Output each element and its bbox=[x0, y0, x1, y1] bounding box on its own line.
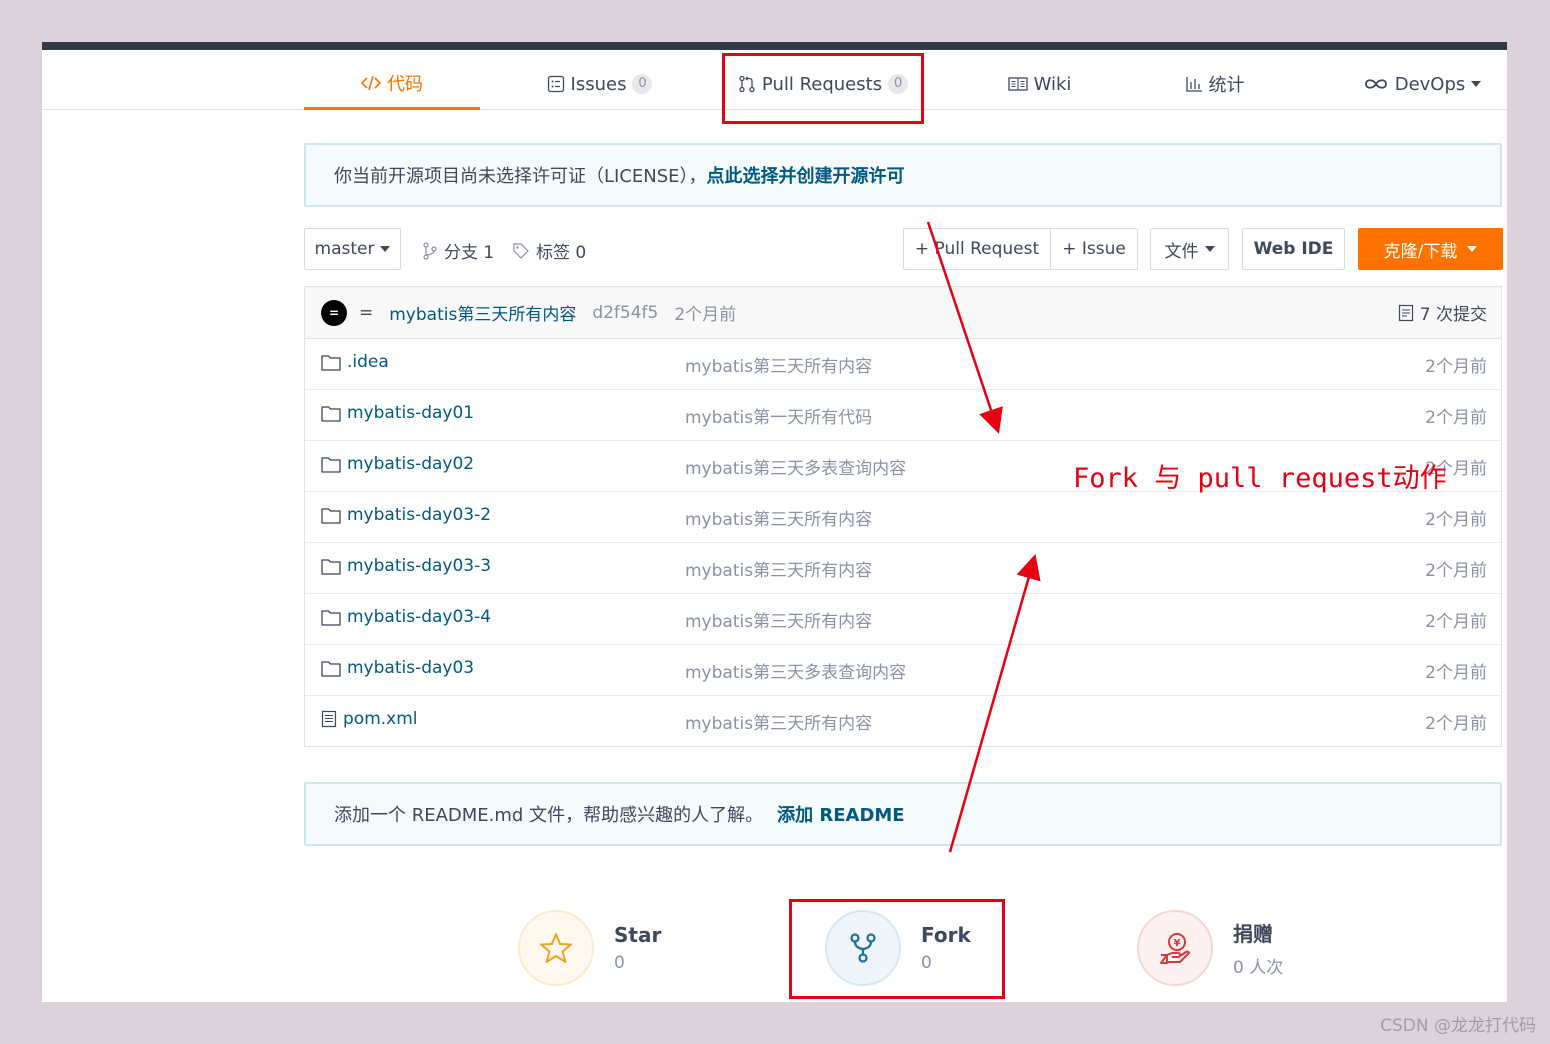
annotation-arrows bbox=[926, 221, 1041, 853]
arrow-to-pull-request bbox=[926, 221, 1003, 434]
annotation-text: Fork 与 pull request动作 bbox=[1073, 463, 1447, 494]
arrow-from-fork bbox=[948, 553, 1041, 853]
watermark: CSDN @龙龙打代码 bbox=[1380, 1016, 1536, 1036]
